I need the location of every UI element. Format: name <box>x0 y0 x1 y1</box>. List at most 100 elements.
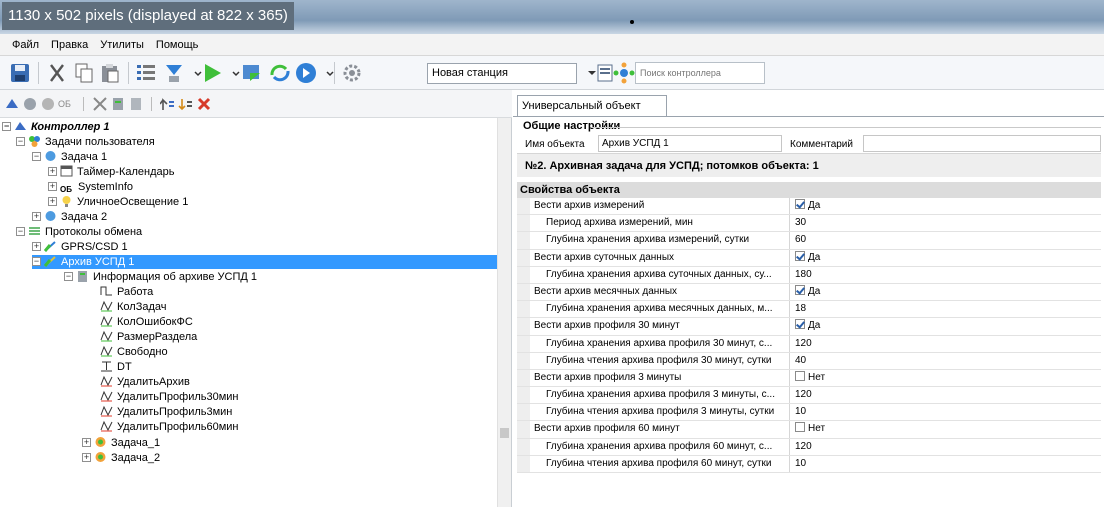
collapse-icon[interactable]: − <box>32 257 41 266</box>
gear-icon[interactable] <box>340 61 364 85</box>
property-value[interactable]: Да <box>795 318 820 334</box>
collapse-icon[interactable]: − <box>32 152 41 161</box>
tree-node-task-1[interactable]: − Задача 1 <box>32 150 107 164</box>
menu-help[interactable]: Помощь <box>150 34 205 56</box>
checkbox-checked[interactable] <box>795 284 805 295</box>
info-object-icon[interactable] <box>110 96 126 112</box>
expand-icon[interactable]: + <box>82 453 91 462</box>
menu-edit[interactable]: Правка <box>45 34 94 56</box>
gray-ball-icon[interactable] <box>40 96 56 112</box>
search-controller-box[interactable] <box>635 62 765 84</box>
property-value[interactable]: Да <box>795 284 820 300</box>
property-value[interactable]: Нет <box>795 370 825 386</box>
tree-param-task-count[interactable]: КолЗадач <box>100 300 167 314</box>
property-value[interactable]: 10 <box>795 456 806 472</box>
controller-icon[interactable] <box>4 96 20 112</box>
task-gray-icon[interactable] <box>128 96 144 112</box>
tree-node-archive-info[interactable]: − Информация об архиве УСПД 1 <box>64 270 257 284</box>
property-row[interactable]: Глубина хранения архива профиля 60 минут… <box>517 438 1101 456</box>
expand-icon[interactable]: + <box>82 438 91 447</box>
exchange-icon[interactable] <box>92 96 108 112</box>
checkbox-unchecked[interactable] <box>795 370 805 381</box>
list-icon[interactable] <box>134 61 158 85</box>
device-download-icon[interactable] <box>162 61 186 85</box>
property-row[interactable]: Вести архив профиля 30 минут Да <box>517 318 1101 336</box>
copy-icon[interactable] <box>72 61 96 85</box>
chevron-down-icon[interactable] <box>580 61 596 85</box>
property-row[interactable]: Вести архив месячных данных Да <box>517 283 1101 302</box>
property-value[interactable]: 18 <box>795 301 806 317</box>
comment-field[interactable] <box>863 135 1101 152</box>
tree-param-delete-profile-60[interactable]: УдалитьПрофиль60мин <box>100 420 239 434</box>
property-value[interactable]: Да <box>795 250 820 266</box>
collapse-icon[interactable]: − <box>2 122 11 131</box>
station-select[interactable]: Новая станция <box>427 63 577 84</box>
expand-icon[interactable]: + <box>32 212 41 221</box>
upload-icon[interactable] <box>240 61 264 85</box>
tree-node-protocols[interactable]: − Протоколы обмена <box>16 225 142 239</box>
property-row[interactable]: Глубина хранения архива профиля 3 минуты… <box>517 387 1101 405</box>
cut-icon[interactable] <box>45 61 69 85</box>
expand-icon[interactable]: + <box>48 182 57 191</box>
paste-icon[interactable] <box>98 61 122 85</box>
network-icon[interactable] <box>612 61 636 85</box>
tree-param-fs-errors[interactable]: КолОшибокФС <box>100 315 193 329</box>
tree-param-partition-size[interactable]: РазмерРаздела <box>100 330 197 344</box>
play-icon[interactable] <box>200 61 224 85</box>
checkbox-checked[interactable] <box>795 319 805 330</box>
tree-node-user-tasks[interactable]: − Задачи пользователя <box>16 135 155 149</box>
os-icon[interactable]: ОБ <box>58 96 74 112</box>
gray-gem-icon[interactable] <box>22 96 38 112</box>
menu-utilities[interactable]: Утилиты <box>94 34 150 56</box>
property-row[interactable]: Вести архив профиля 60 минут Нет <box>517 421 1101 439</box>
move-down-icon[interactable] <box>178 96 194 112</box>
tree-node-archive-uspd[interactable]: − Архив УСПД 1 <box>32 255 497 269</box>
move-up-icon[interactable] <box>159 96 176 112</box>
checkbox-checked[interactable] <box>795 199 805 209</box>
search-input[interactable] <box>640 64 762 82</box>
property-row[interactable]: Период архива измерений, мин 30 <box>517 215 1101 233</box>
tree-param-delete-archive[interactable]: УдалитьАрхив <box>100 375 190 389</box>
tree-param-free[interactable]: Свободно <box>100 345 168 359</box>
collapse-icon[interactable]: − <box>16 227 25 236</box>
property-row[interactable]: Вести архив измерений Да <box>517 198 1101 216</box>
property-value[interactable]: 180 <box>795 267 812 283</box>
tree-param-dt[interactable]: DT <box>100 360 132 374</box>
tree-param-work[interactable]: Работа <box>100 285 153 299</box>
tab-universal-object[interactable]: Универсальный объект <box>517 95 667 117</box>
tree-param-delete-profile-3[interactable]: УдалитьПрофиль3мин <box>100 405 232 419</box>
property-value[interactable]: Да <box>795 198 820 214</box>
property-row[interactable]: Глубина чтения архива профиля 30 минут, … <box>517 352 1101 370</box>
tree-node-subtask-1[interactable]: + Задача_1 <box>82 436 160 450</box>
refresh-icon[interactable] <box>268 61 292 85</box>
tree-node-timer-calendar[interactable]: + Таймер-Календарь <box>48 165 174 179</box>
expand-icon[interactable]: + <box>48 167 57 176</box>
property-value[interactable]: Нет <box>795 421 825 437</box>
property-value[interactable]: 30 <box>795 215 806 231</box>
property-value[interactable]: 60 <box>795 232 806 248</box>
property-row[interactable]: Глубина хранения архива профиля 30 минут… <box>517 335 1101 353</box>
tree-node-subtask-2[interactable]: + Задача_2 <box>82 451 160 465</box>
property-value[interactable]: 120 <box>795 387 812 403</box>
property-row[interactable]: Глубина чтения архива профиля 60 минут, … <box>517 455 1101 473</box>
menu-file[interactable]: Файл <box>0 34 45 56</box>
save-icon[interactable] <box>8 61 32 85</box>
expand-icon[interactable]: + <box>32 242 41 251</box>
tree-node-systeminfo[interactable]: + ОБ SystemInfo <box>48 180 133 194</box>
tree-node-task-2[interactable]: + Задача 2 <box>32 210 107 224</box>
property-row[interactable]: Глубина хранения архива суточных данных,… <box>517 266 1101 284</box>
delete-icon[interactable] <box>196 96 212 112</box>
property-value[interactable]: 120 <box>795 336 812 352</box>
tree-scrollbar[interactable] <box>497 118 511 507</box>
property-row[interactable]: Глубина чтения архива профиля 3 минуты, … <box>517 404 1101 422</box>
forward-icon[interactable] <box>294 61 318 85</box>
property-value[interactable]: 120 <box>795 439 812 455</box>
property-value[interactable]: 40 <box>795 353 806 369</box>
tree-param-delete-profile-30[interactable]: УдалитьПрофиль30мин <box>100 390 239 404</box>
property-row[interactable]: Глубина хранения архива месячных данных,… <box>517 301 1101 319</box>
expand-icon[interactable]: + <box>48 197 57 206</box>
object-name-field[interactable]: Архив УСПД 1 <box>598 135 782 152</box>
tree-node-controller[interactable]: − Контроллер 1 <box>2 120 109 134</box>
chevron-down-icon[interactable] <box>318 61 334 85</box>
property-row[interactable]: Вести архив суточных данных Да <box>517 249 1101 267</box>
